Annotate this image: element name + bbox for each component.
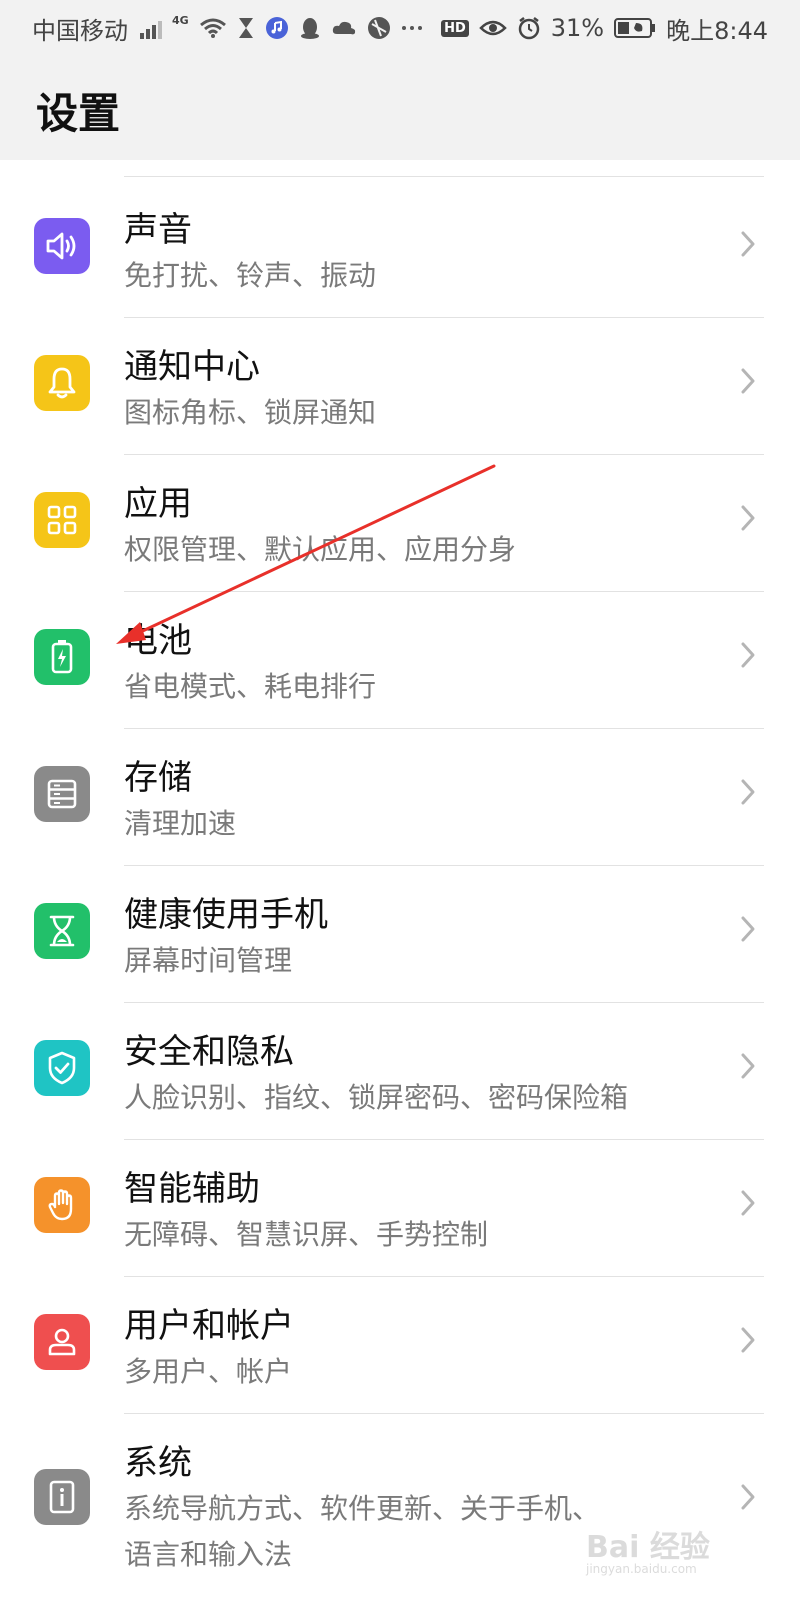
settings-item-title: 应用: [124, 484, 192, 524]
settings-item-system[interactable]: 系统 系统导航方式、软件更新、关于手机、 语言和输入法: [0, 1415, 800, 1600]
network-type-label: 4G: [172, 13, 189, 27]
hourglass-icon: [237, 16, 255, 40]
chevron-right-icon: [736, 1477, 760, 1517]
settings-item-subtitle: 人脸识别、指纹、锁屏密码、密码保险箱: [124, 1081, 629, 1114]
divider: [124, 865, 764, 866]
hd-icon: HD: [441, 19, 469, 37]
apps-grid-icon: [34, 492, 90, 548]
chevron-right-icon: [736, 635, 760, 675]
battery-icon: [614, 17, 656, 39]
settings-item-title: 系统: [124, 1443, 192, 1483]
settings-item-smart-assistance[interactable]: 智能辅助 无障碍、智慧识屏、手势控制: [0, 1141, 800, 1277]
battery-percent: 31%: [550, 14, 605, 42]
divider: [124, 1276, 764, 1277]
chevron-right-icon: [736, 772, 760, 812]
settings-item-subtitle: 多用户、帐户: [124, 1355, 293, 1388]
status-bar-left: 中国移动 4G: [32, 11, 423, 46]
settings-item-subtitle: 免打扰、铃声、振动: [124, 259, 377, 292]
settings-item-title: 健康使用手机: [124, 895, 328, 935]
divider: [124, 1139, 764, 1140]
bell-icon: [34, 355, 90, 411]
chevron-right-icon: [736, 1046, 760, 1086]
chevron-right-icon: [736, 498, 760, 538]
settings-item-title: 存储: [124, 758, 192, 798]
divider: [124, 728, 764, 729]
settings-item-subtitle: 无障碍、智慧识屏、手势控制: [124, 1218, 489, 1251]
music-icon: [265, 16, 289, 40]
settings-item-subtitle: 图标角标、锁屏通知: [124, 396, 377, 429]
browser-icon: [367, 16, 391, 40]
divider: [124, 454, 764, 455]
settings-item-subtitle: 权限管理、默认应用、应用分身: [124, 533, 517, 566]
hourglass-icon: [34, 903, 90, 959]
settings-item-title: 智能辅助: [124, 1169, 260, 1209]
settings-item-notifications[interactable]: 通知中心 图标角标、锁屏通知: [0, 319, 800, 455]
eye-icon: [478, 18, 507, 38]
carrier-label: 中国移动: [32, 16, 128, 45]
settings-item-title: 声音: [124, 210, 192, 250]
clock-label: 晚上8:44: [666, 16, 768, 45]
header: 设置: [0, 56, 800, 160]
speaker-icon: [34, 218, 90, 274]
settings-item-subtitle: 屏幕时间管理: [124, 944, 293, 977]
alarm-icon: [517, 16, 541, 40]
settings-item-subtitle: 语言和输入法: [124, 1538, 293, 1571]
user-icon: [34, 1314, 90, 1370]
signal-icon: [138, 17, 168, 39]
storage-icon: [34, 766, 90, 822]
settings-item-title: 用户和帐户: [124, 1306, 294, 1346]
divider: [124, 176, 764, 177]
status-bar: 中国移动 4G HD 31% 晚上8:44: [0, 0, 800, 56]
chevron-right-icon: [736, 909, 760, 949]
chevron-right-icon: [736, 361, 760, 401]
settings-item-title: 安全和隐私: [124, 1032, 294, 1072]
settings-item-subtitle: 清理加速: [124, 807, 237, 840]
chevron-right-icon: [736, 1183, 760, 1223]
settings-item-subtitle: 省电模式、耗电排行: [124, 670, 377, 703]
qq-icon: [299, 16, 321, 40]
status-bar-right: HD 31% 晚上8:44: [441, 11, 768, 46]
settings-item-digital-balance[interactable]: 健康使用手机 屏幕时间管理: [0, 867, 800, 1003]
divider: [124, 1002, 764, 1003]
page-title: 设置: [36, 89, 121, 138]
settings-item-title: 电池: [124, 621, 192, 661]
info-icon: [34, 1469, 90, 1525]
divider: [124, 317, 764, 318]
divider: [124, 1413, 764, 1414]
chevron-right-icon: [736, 224, 760, 264]
settings-item-storage[interactable]: 存储 清理加速: [0, 730, 800, 866]
settings-item-sound[interactable]: 声音 免打扰、铃声、振动: [0, 182, 800, 318]
chevron-right-icon: [736, 1320, 760, 1360]
battery-charging-icon: [34, 629, 90, 685]
more-dots-icon: [401, 24, 423, 32]
hand-icon: [34, 1177, 90, 1233]
settings-item-users-accounts[interactable]: 用户和帐户 多用户、帐户: [0, 1278, 800, 1414]
settings-item-subtitle: 系统导航方式、软件更新、关于手机、: [124, 1492, 601, 1525]
settings-item-title: 通知中心: [124, 347, 260, 387]
wifi-icon: [199, 17, 227, 39]
divider: [124, 591, 764, 592]
settings-item-apps[interactable]: 应用 权限管理、默认应用、应用分身: [0, 456, 800, 592]
settings-item-battery[interactable]: 电池 省电模式、耗电排行: [0, 593, 800, 729]
settings-item-security-privacy[interactable]: 安全和隐私 人脸识别、指纹、锁屏密码、密码保险箱: [0, 1004, 800, 1140]
shield-check-icon: [34, 1040, 90, 1096]
cloud-icon: [331, 18, 357, 38]
